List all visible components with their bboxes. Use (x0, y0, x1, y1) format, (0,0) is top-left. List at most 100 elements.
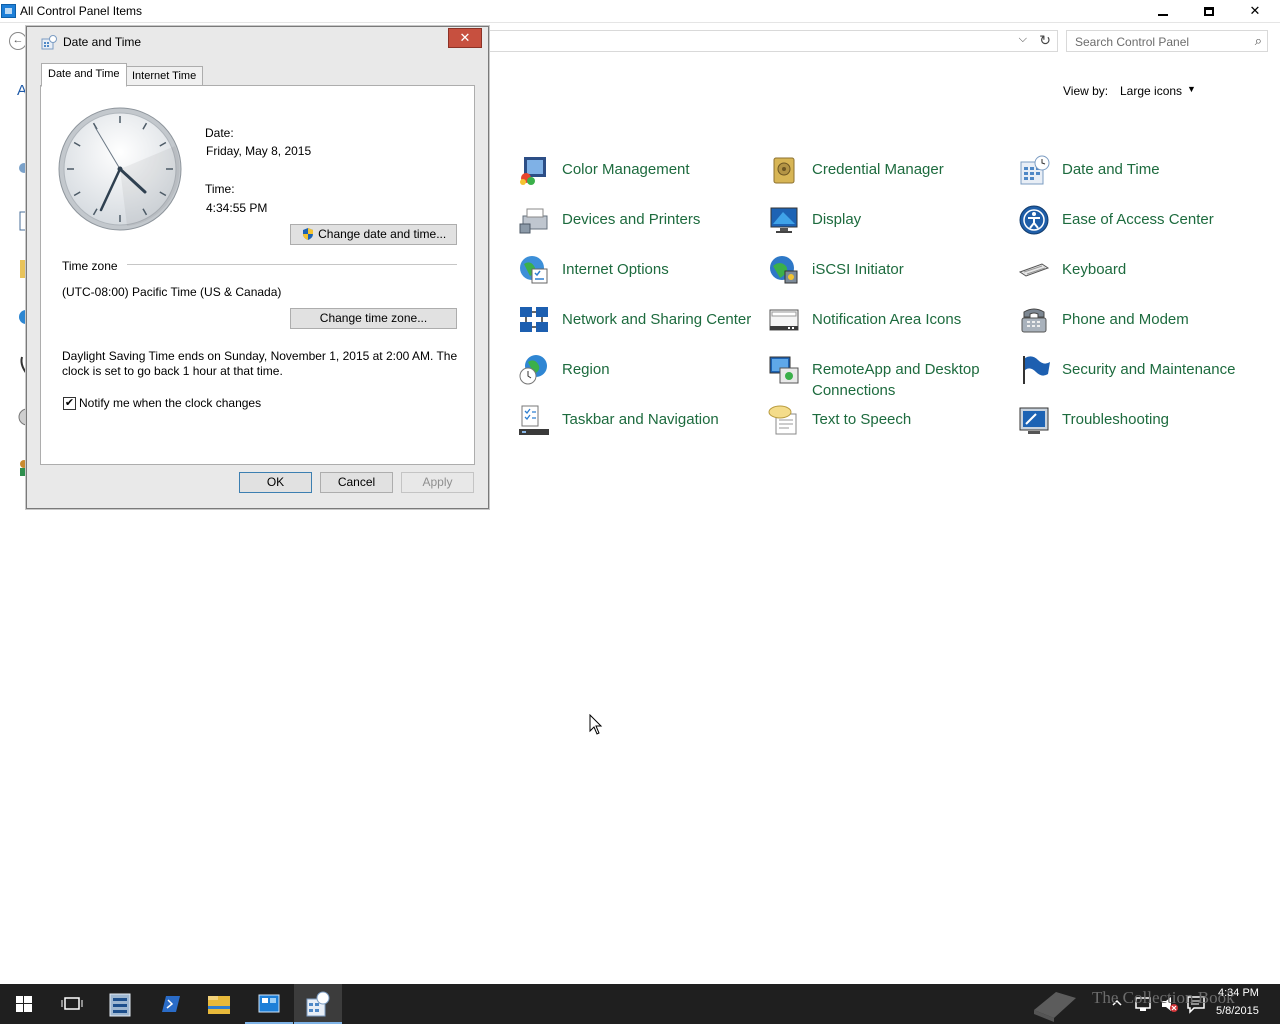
shield-icon (302, 228, 313, 240)
speech-icon (768, 405, 797, 435)
cp-item-taskbar-navigation[interactable]: Taskbar and Navigation (518, 404, 758, 448)
taskbar (0, 984, 1280, 1024)
cp-item-network-sharing[interactable]: Network and Sharing Center (518, 304, 758, 348)
time-label: Time: (205, 182, 235, 196)
cp-item-ease-of-access[interactable]: Ease of Access Center (1018, 204, 1258, 248)
time-value: 4:34:55 PM (206, 201, 268, 215)
cp-item-label: Color Management (562, 161, 690, 178)
cp-item-keyboard[interactable]: Keyboard (1018, 254, 1258, 298)
dialog-titlebar[interactable]: Date and Time ✕ (27, 27, 488, 57)
region-icon (519, 355, 547, 385)
date-value: Friday, May 8, 2015 (206, 144, 312, 158)
taskbar-powershell[interactable] (146, 984, 194, 1024)
taskbar-clock-time[interactable]: 4:34 PM (1218, 987, 1259, 999)
dst-info-line2: clock is set to go back 1 hour at that t… (62, 364, 283, 378)
dialog-close-button[interactable]: ✕ (448, 28, 482, 48)
powershell-icon (162, 996, 180, 1012)
phone-icon (1021, 308, 1047, 333)
search-input[interactable]: Search Control Panel ⌕ (1066, 30, 1268, 52)
mouse-cursor-icon (589, 714, 603, 735)
cp-item-date-and-time[interactable]: Date and Time (1018, 154, 1258, 198)
cp-item-remoteapp[interactable]: RemoteApp and Desktop Connections (768, 354, 1008, 399)
folder-icon (208, 996, 230, 1014)
cp-item-label: Date and Time (1062, 161, 1160, 178)
view-by-dropdown[interactable]: Large icons (1120, 84, 1182, 98)
address-bar[interactable]: ⌵ ↻ (488, 30, 1058, 52)
date-label: Date: (205, 126, 234, 140)
cp-item-label: Internet Options (562, 261, 669, 278)
windows-logo-icon (16, 996, 32, 1012)
cp-item-troubleshooting[interactable]: Troubleshooting (1018, 404, 1258, 448)
troubleshooting-icon (1019, 407, 1049, 434)
date-time-icon (306, 991, 330, 1017)
color-management-icon (520, 157, 546, 185)
task-view-button[interactable] (48, 984, 96, 1024)
cp-item-label: Region (562, 361, 610, 378)
tab-internet-time[interactable]: Internet Time (125, 66, 204, 86)
date-time-dialog: Date and Time ✕ Date and Time Internet T… (26, 26, 489, 509)
date-time-icon (1020, 155, 1050, 185)
display-icon (770, 207, 798, 233)
back-arrow-icon[interactable]: ← (9, 32, 27, 50)
notify-checkbox-label[interactable]: Notify me when the clock changes (79, 396, 261, 410)
taskbar-server-manager[interactable] (96, 984, 144, 1024)
cp-item-label: Text to Speech (812, 411, 912, 428)
internet-options-icon (520, 256, 548, 284)
change-date-time-button[interactable]: Change date and time... (290, 224, 457, 245)
cp-item-iscsi-initiator[interactable]: iSCSI Initiator (768, 254, 1008, 298)
close-button[interactable]: ✕ (1232, 0, 1278, 22)
task-view-icon (61, 997, 83, 1010)
cp-item-devices-and-printers[interactable]: Devices and Printers (518, 204, 758, 248)
cp-item-notification-area[interactable]: Notification Area Icons (768, 304, 1008, 348)
ok-button[interactable]: OK (239, 472, 312, 493)
cp-item-text-to-speech[interactable]: Text to Speech (768, 404, 1008, 448)
search-placeholder: Search Control Panel (1075, 35, 1190, 49)
tab-panel: Date: Friday, May 8, 2015 Time: 4:34:55 … (40, 85, 475, 465)
remoteapp-icon (769, 356, 799, 384)
chevron-down-icon[interactable]: ▼ (1187, 84, 1196, 94)
change-date-time-label: Change date and time... (318, 227, 447, 241)
notification-icon (769, 309, 799, 331)
refresh-icon[interactable]: ↻ (1039, 32, 1051, 49)
control-panel-icon (1, 4, 16, 18)
window-titlebar: All Control Panel Items ✕ (0, 0, 1280, 23)
cp-item-display[interactable]: Display (768, 204, 1008, 248)
tab-date-and-time[interactable]: Date and Time (41, 63, 127, 87)
timezone-value: (UTC-08:00) Pacific Time (US & Canada) (62, 285, 282, 299)
dialog-title: Date and Time (63, 35, 142, 49)
cp-item-label: Network and Sharing Center (562, 311, 752, 328)
cp-item-label: iSCSI Initiator (812, 261, 904, 278)
cp-item-security-maintenance[interactable]: Security and Maintenance (1018, 354, 1258, 398)
cp-item-label: Security and Maintenance (1062, 361, 1236, 378)
change-timezone-button[interactable]: Change time zone... (290, 308, 457, 329)
restore-button[interactable] (1186, 0, 1232, 22)
cp-item-region[interactable]: Region (518, 354, 758, 398)
ease-of-access-icon (1019, 205, 1049, 235)
taskbar-file-explorer[interactable] (195, 984, 243, 1024)
start-button[interactable] (0, 984, 48, 1024)
cp-item-credential-manager[interactable]: Credential Manager (768, 154, 1008, 198)
taskbar-control-panel[interactable] (245, 984, 293, 1024)
timezone-heading: Time zone (62, 259, 118, 273)
date-time-icon (41, 35, 57, 50)
taskbar-icon (519, 405, 549, 435)
watermark-text: The Collection Book (1092, 988, 1235, 1007)
dst-info-line1: Daylight Saving Time ends on Sunday, Nov… (62, 349, 458, 363)
cp-item-internet-options[interactable]: Internet Options (518, 254, 758, 298)
apply-button[interactable]: Apply (401, 472, 474, 493)
notify-checkbox[interactable]: ✔ (63, 397, 76, 410)
search-icon[interactable]: ⌕ (1255, 33, 1262, 49)
minimize-button[interactable] (1140, 0, 1186, 22)
devices-printers-icon (519, 208, 548, 234)
view-by-label: View by: (1063, 84, 1109, 98)
cp-item-phone-modem[interactable]: Phone and Modem (1018, 304, 1258, 348)
cp-item-color-management[interactable]: Color Management (518, 154, 758, 198)
chevron-down-icon[interactable]: ⌵ (1019, 33, 1027, 46)
taskbar-date-time[interactable] (294, 984, 342, 1024)
security-flag-icon (1023, 356, 1050, 384)
control-panel-icon (258, 994, 280, 1013)
taskbar-clock-date[interactable]: 5/8/2015 (1216, 1005, 1259, 1017)
cp-item-label: Phone and Modem (1062, 311, 1189, 328)
watermark-logo-icon (1034, 992, 1076, 1022)
cancel-button[interactable]: Cancel (320, 472, 393, 493)
